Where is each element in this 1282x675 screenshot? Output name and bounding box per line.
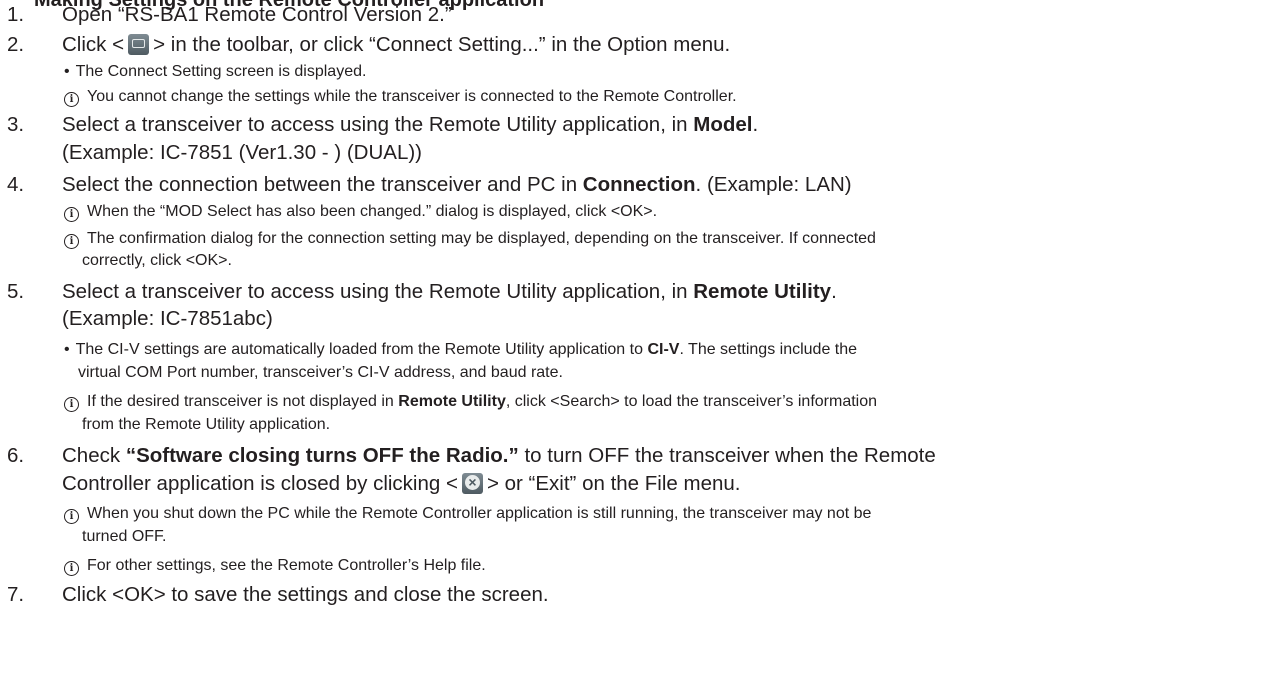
info-icon: i [64, 397, 79, 412]
info-icon: i [64, 234, 79, 249]
step-4-note-2-cont: correctly, click <OK>. [82, 252, 232, 269]
exit-icon [461, 473, 483, 494]
step-5-note-cont: from the Remote Utility application. [82, 416, 331, 433]
step-number: 1. [7, 3, 25, 26]
step-number: 5. [7, 280, 25, 303]
info-icon: i [64, 207, 79, 222]
step-2-result: • The Connect Setting screen is displayed… [64, 63, 367, 80]
step-number: 3. [7, 113, 25, 136]
step-text: Select a transceiver to access using the… [62, 280, 837, 303]
manual-page: Making Settings on the Remote Controller… [0, 0, 1282, 675]
step-text: Click <OK> to save the settings and clos… [62, 583, 549, 606]
connect-setting-icon [128, 34, 150, 55]
step-4-note-2: i The confirmation dialog for the connect… [64, 228, 876, 249]
step-4-note-1: i When the “MOD Select has also been chan… [64, 201, 657, 222]
step-text: Select the connection between the transc… [62, 173, 852, 196]
step-5-result-cont: virtual COM Port number, transceiver’s C… [78, 364, 563, 381]
step-number: 7. [7, 583, 25, 606]
step-6-note-1-cont: turned OFF. [82, 528, 167, 545]
step-6-note-2: i For other settings, see the Remote Cont… [64, 555, 486, 576]
step-5-result: • The CI-V settings are automatically loa… [64, 341, 858, 358]
step-number: 6. [7, 444, 25, 467]
step-text: Open “RS-BA1 Remote Control Version 2.” [62, 3, 452, 26]
info-icon: i [64, 509, 79, 524]
step-2-note: i You cannot change the settings while th… [64, 86, 737, 107]
step-text: Click < > in the toolbar, or click “Conne… [62, 33, 731, 56]
info-icon: i [64, 561, 79, 576]
step-number: 4. [7, 173, 25, 196]
info-icon: i [64, 92, 79, 107]
step-5-note: i If the desired transceiver is not displ… [64, 391, 877, 412]
step-number: 2. [7, 33, 25, 56]
step-text: Select a transceiver to access using the… [62, 113, 759, 136]
step-text: Check “Software closing turns OFF the Ra… [62, 444, 936, 467]
step-6-note-1: i When you shut down the PC while the Rem… [64, 503, 871, 524]
